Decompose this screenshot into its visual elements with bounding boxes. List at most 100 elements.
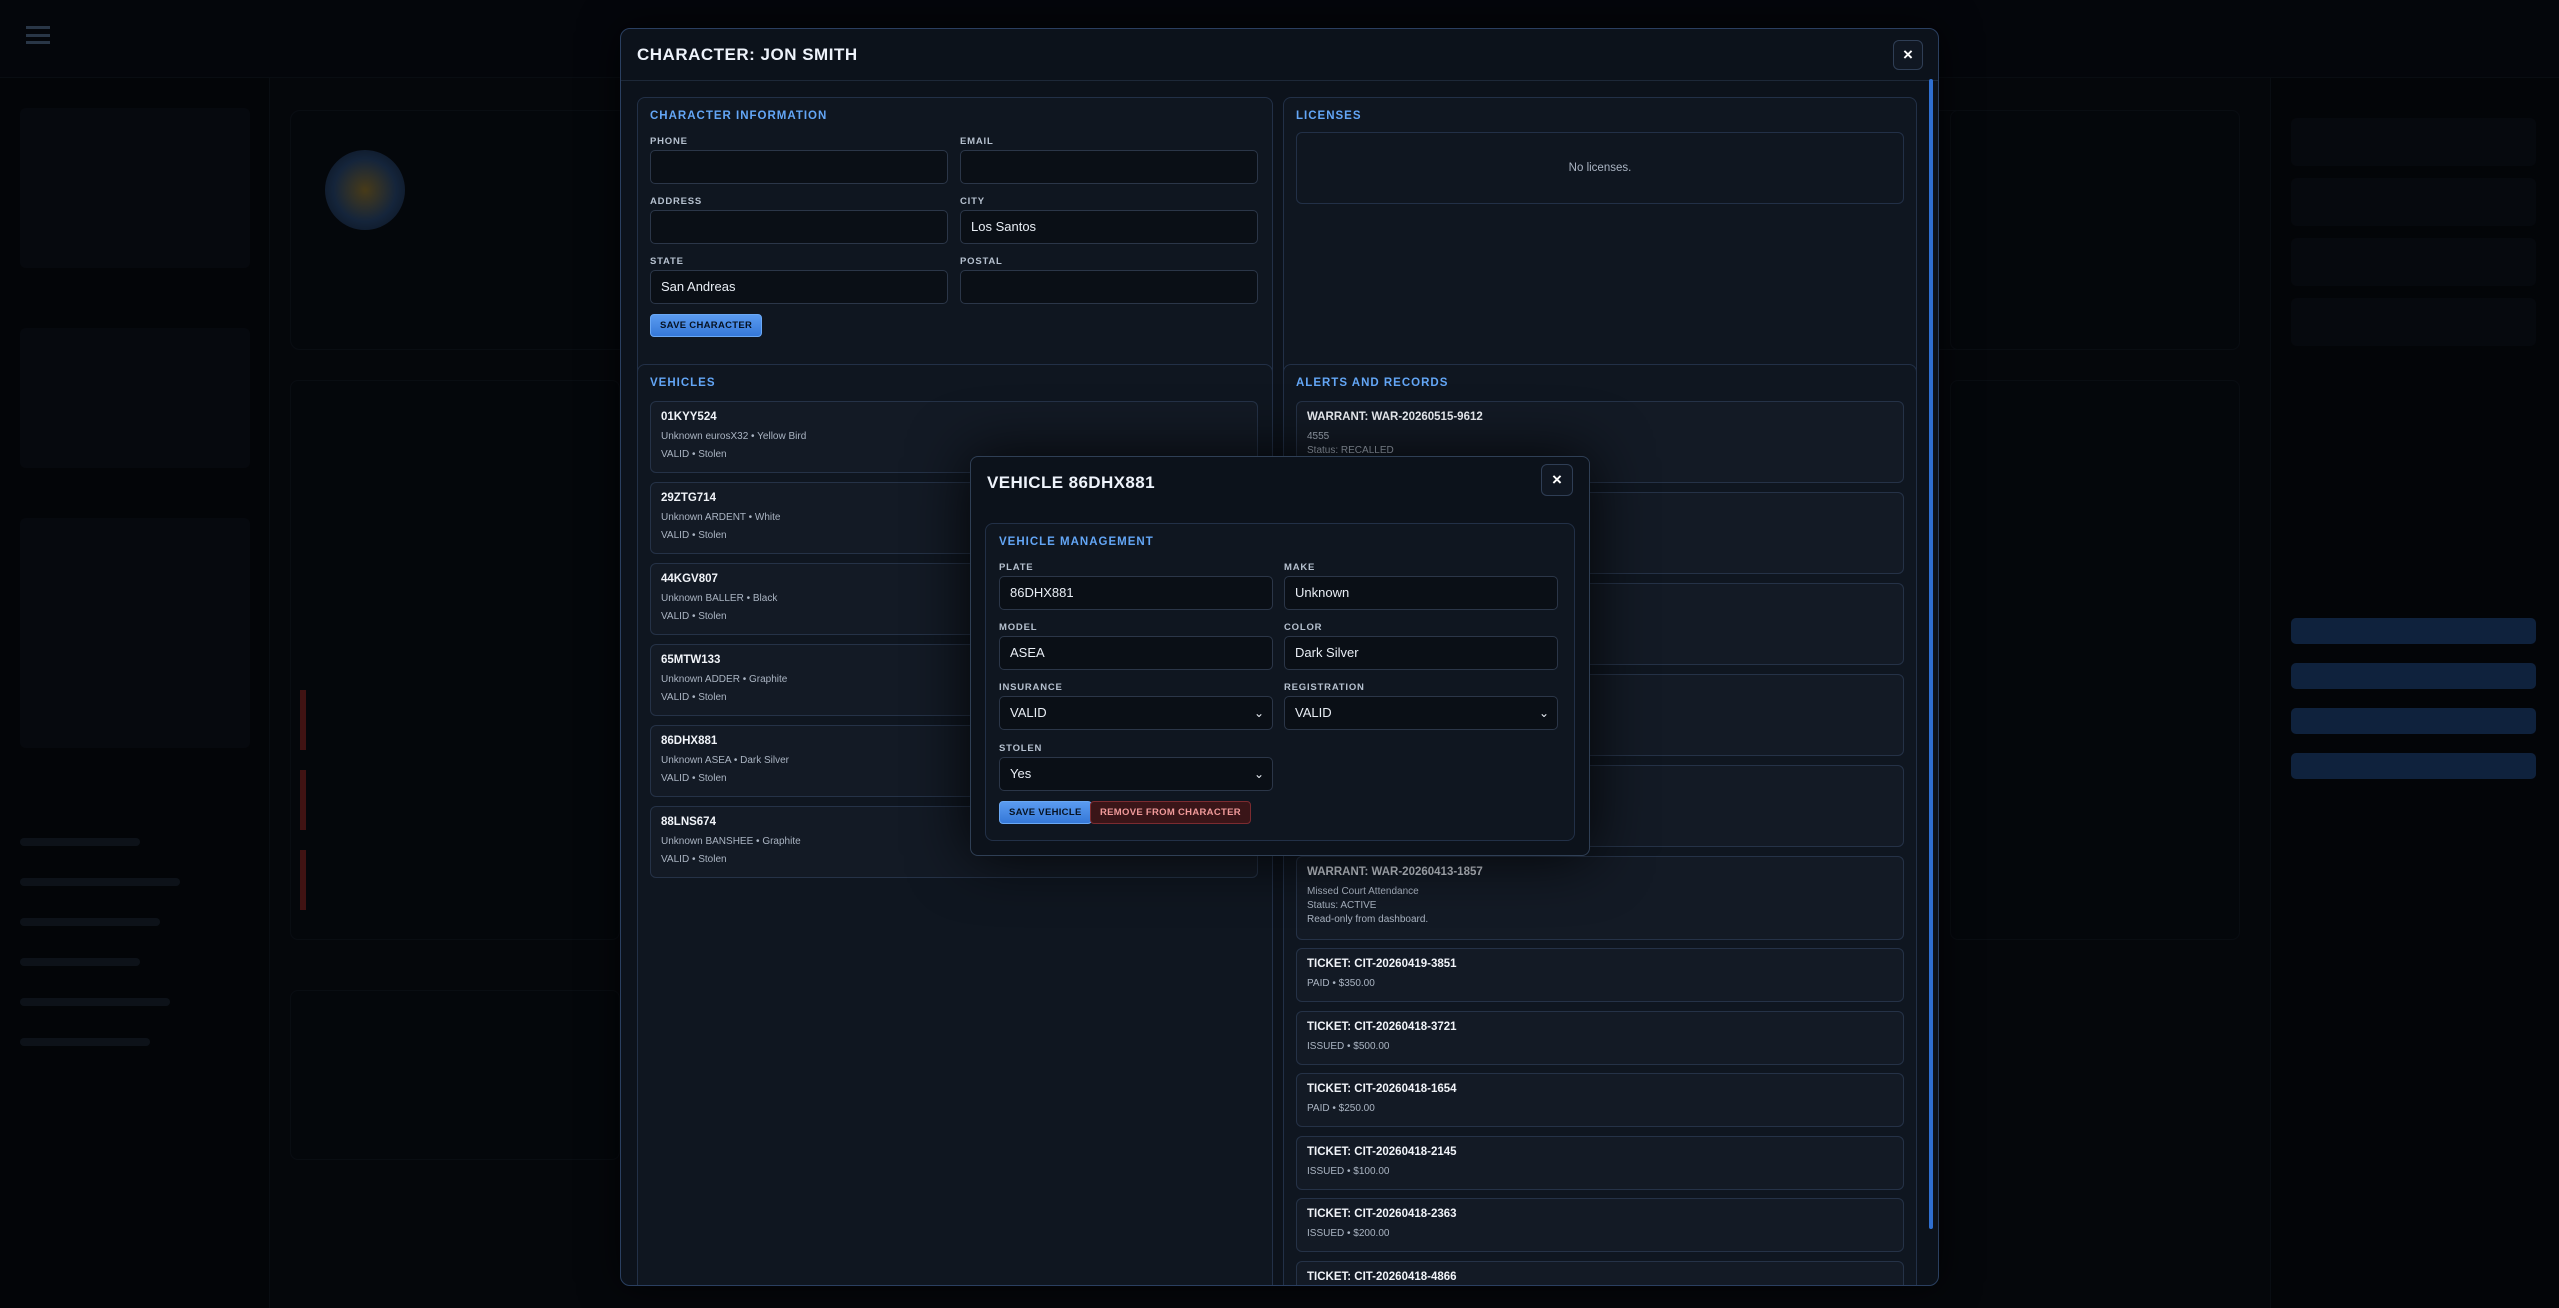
ticket-status: ISSUED • $100.00 bbox=[1307, 1165, 1390, 1177]
character-info-title: CHARACTER INFORMATION bbox=[650, 110, 828, 122]
vehicle-close-button[interactable]: × bbox=[1541, 464, 1573, 496]
alerts-title: ALERTS AND RECORDS bbox=[1296, 377, 1449, 389]
licenses-card: LICENSES No licenses. bbox=[1283, 97, 1917, 381]
warrant-status: Status: RECALLED bbox=[1307, 445, 1394, 456]
vehicle-modal: VEHICLE 86DHX881 × VEHICLE MANAGEMENT PL… bbox=[970, 456, 1590, 856]
warrant-note: Read-only from dashboard. bbox=[1307, 914, 1429, 925]
registration-select[interactable]: VALID ⌄ bbox=[1284, 696, 1558, 730]
warrant-item: WARRANT: WAR-20260413-1857 Missed Court … bbox=[1296, 856, 1904, 940]
vehicle-description: Unknown ARDENT • White bbox=[661, 512, 781, 523]
bg-panel-right bbox=[1950, 380, 2240, 940]
make-label: MAKE bbox=[1284, 562, 1316, 573]
stolen-select[interactable]: Yes ⌄ bbox=[999, 757, 1273, 791]
ticket-item[interactable]: TICKET: CIT-20260418-2363 ISSUED • $200.0… bbox=[1296, 1198, 1904, 1252]
ticket-status: PAID • $250.00 bbox=[1307, 1103, 1375, 1114]
make-input[interactable]: Unknown bbox=[1284, 576, 1558, 610]
vehicle-plate: 88LNS674 bbox=[661, 816, 716, 828]
save-character-button[interactable]: SAVE CHARACTER bbox=[650, 314, 763, 337]
vehicle-plate: 65MTW133 bbox=[661, 654, 721, 666]
state-label: STATE bbox=[650, 256, 684, 267]
chevron-down-icon: ⌄ bbox=[1538, 706, 1549, 720]
ticket-item[interactable]: TICKET: CIT-20260418-4866 bbox=[1296, 1260, 1904, 1285]
ticket-item[interactable]: TICKET: CIT-20260418-1654 PAID • $250.00 bbox=[1296, 1073, 1904, 1127]
ticket-status: ISSUED • $200.00 bbox=[1307, 1228, 1390, 1239]
ticket-title: TICKET: CIT-20260418-3721 bbox=[1307, 1020, 1457, 1033]
ticket-item[interactable]: TICKET: CIT-20260418-3721 ISSUED • $500.0… bbox=[1296, 1010, 1904, 1065]
character-close-button[interactable]: × bbox=[1893, 40, 1923, 70]
save-vehicle-button[interactable]: SAVE VEHICLE bbox=[999, 801, 1092, 824]
phone-label: PHONE bbox=[650, 136, 688, 147]
ticket-item[interactable]: TICKET: CIT-20260418-2145 ISSUED • $100.0… bbox=[1296, 1135, 1904, 1190]
vehicle-status: VALID • Stolen bbox=[661, 773, 727, 784]
vehicle-status: VALID • Stolen bbox=[661, 854, 727, 865]
registration-value: VALID bbox=[1295, 705, 1332, 720]
chevron-down-icon: ⌄ bbox=[1253, 706, 1264, 720]
ticket-title: TICKET: CIT-20260418-4866 bbox=[1307, 1270, 1457, 1283]
character-info-card: CHARACTER INFORMATION PHONE EMAIL ADDRES… bbox=[637, 97, 1273, 381]
vehicle-plate: 29ZTG714 bbox=[661, 492, 716, 504]
insurance-label: INSURANCE bbox=[999, 682, 1063, 693]
menu-icon bbox=[26, 26, 50, 44]
ticket-title: TICKET: CIT-20260419-3851 bbox=[1307, 958, 1457, 970]
vehicle-modal-title: VEHICLE 86DHX881 bbox=[987, 473, 1155, 492]
bg-panel-bottom bbox=[290, 990, 620, 1160]
postal-label: POSTAL bbox=[960, 256, 1003, 267]
vehicle-status: VALID • Stolen bbox=[661, 530, 727, 541]
ticket-title: TICKET: CIT-20260418-1654 bbox=[1307, 1083, 1457, 1095]
ticket-item[interactable]: TICKET: CIT-20260419-3851 PAID • $350.00 bbox=[1296, 948, 1904, 1002]
app-sidebar bbox=[0, 78, 270, 1308]
vehicle-description: Unknown eurosX32 • Yellow Bird bbox=[661, 431, 807, 442]
seal-icon bbox=[325, 150, 405, 230]
bg-panel-left bbox=[290, 380, 620, 940]
close-icon: × bbox=[1903, 45, 1913, 64]
vehicles-title: VEHICLES bbox=[650, 377, 716, 389]
modal-scrollbar[interactable] bbox=[1929, 79, 1933, 1229]
stolen-value: Yes bbox=[1010, 766, 1032, 781]
warrant-title: WARRANT: WAR-20260413-1857 bbox=[1307, 866, 1483, 878]
color-label: COLOR bbox=[1284, 622, 1323, 633]
vehicle-status: VALID • Stolen bbox=[661, 692, 727, 703]
city-input[interactable]: Los Santos bbox=[960, 210, 1258, 244]
address-label: ADDRESS bbox=[650, 196, 703, 207]
vehicle-management-title: VEHICLE MANAGEMENT bbox=[999, 536, 1154, 548]
app-right-sidebar bbox=[2270, 78, 2559, 1308]
warrant-line: 4555 bbox=[1307, 431, 1330, 442]
model-input[interactable]: ASEA bbox=[999, 636, 1273, 670]
bg-panel-right-top bbox=[1950, 110, 2240, 350]
vehicle-management-card: VEHICLE MANAGEMENT PLATE 86DHX881 MAKE U… bbox=[985, 523, 1575, 841]
email-label: EMAIL bbox=[960, 136, 994, 147]
state-input[interactable]: San Andreas bbox=[650, 270, 948, 304]
character-modal-title: CHARACTER: JON SMITH bbox=[637, 45, 858, 64]
vehicle-description: Unknown ASEA • Dark Silver bbox=[661, 755, 789, 766]
character-modal-header: CHARACTER: JON SMITH × bbox=[621, 29, 1938, 81]
warrant-status: Status: ACTIVE bbox=[1307, 900, 1377, 911]
licenses-empty-state: No licenses. bbox=[1296, 132, 1904, 204]
licenses-title: LICENSES bbox=[1296, 110, 1362, 122]
warrant-title: WARRANT: WAR-20260515-9612 bbox=[1307, 411, 1483, 423]
warrant-reason: Missed Court Attendance bbox=[1307, 886, 1419, 897]
vehicle-plate: 86DHX881 bbox=[661, 735, 718, 747]
close-icon: × bbox=[1552, 470, 1562, 489]
city-label: CITY bbox=[960, 196, 985, 207]
model-label: MODEL bbox=[999, 622, 1038, 633]
chevron-down-icon: ⌄ bbox=[1253, 767, 1264, 781]
vehicle-status: VALID • Stolen bbox=[661, 611, 727, 622]
vehicle-description: Unknown ADDER • Graphite bbox=[661, 674, 788, 685]
vehicle-plate: 44KGV807 bbox=[661, 573, 718, 585]
vehicle-plate: 01KYY524 bbox=[661, 411, 717, 423]
vehicle-description: Unknown BANSHEE • Graphite bbox=[661, 836, 801, 847]
email-input[interactable] bbox=[960, 150, 1258, 184]
vehicle-description: Unknown BALLER • Black bbox=[661, 593, 778, 604]
color-input[interactable]: Dark Silver bbox=[1284, 636, 1558, 670]
stolen-label: STOLEN bbox=[999, 743, 1043, 754]
ticket-status: ISSUED • $500.00 bbox=[1307, 1040, 1390, 1052]
plate-input[interactable]: 86DHX881 bbox=[999, 576, 1273, 610]
remove-from-character-button[interactable]: REMOVE FROM CHARACTER bbox=[1090, 801, 1251, 824]
insurance-select[interactable]: VALID ⌄ bbox=[999, 696, 1273, 730]
insurance-value: VALID bbox=[1010, 705, 1047, 720]
plate-label: PLATE bbox=[999, 562, 1034, 573]
ticket-title: TICKET: CIT-20260418-2363 bbox=[1307, 1208, 1457, 1220]
postal-input[interactable] bbox=[960, 270, 1258, 304]
phone-input[interactable] bbox=[650, 150, 948, 184]
address-input[interactable] bbox=[650, 210, 948, 244]
